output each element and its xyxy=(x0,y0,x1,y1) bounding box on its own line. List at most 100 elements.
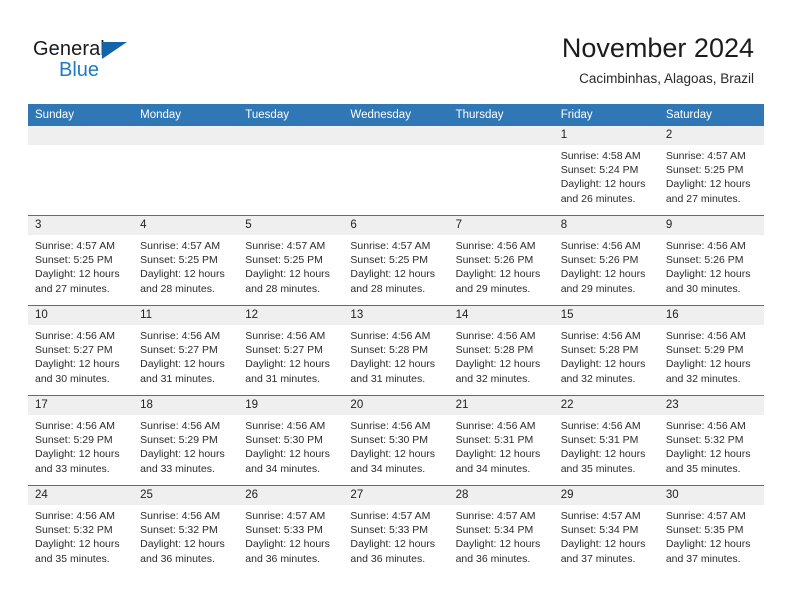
calendar-cell-day[interactable]: 25 Sunrise: 4:56 AM Sunset: 5:32 PM Dayligh… xyxy=(133,485,239,575)
calendar-cell-day[interactable]: 1 Sunrise: 4:58 AM Sunset: 5:24 PM Daylight… xyxy=(553,126,659,216)
daylight-text-line1: Daylight: 12 hours xyxy=(560,358,646,371)
sunset-text: Sunset: 5:33 PM xyxy=(245,524,323,537)
day-number: 20 xyxy=(343,396,449,415)
weekday-header-friday: Friday xyxy=(553,104,659,126)
day-number: 26 xyxy=(238,486,344,505)
sunrise-text: Sunrise: 4:58 AM xyxy=(560,150,641,162)
calendar-cell-day[interactable]: 5 Sunrise: 4:57 AM Sunset: 5:25 PM Daylight… xyxy=(238,215,344,306)
day-details: Sunrise: 4:57 AM Sunset: 5:33 PM Daylight:… xyxy=(343,505,448,566)
calendar-cell-empty xyxy=(448,126,554,216)
daylight-text-line2: and 37 minutes. xyxy=(665,552,741,565)
calendar-cell-day[interactable]: 28 Sunrise: 4:57 AM Sunset: 5:34 PM Dayligh… xyxy=(448,485,554,575)
sunset-text: Sunset: 5:28 PM xyxy=(560,344,639,357)
day-cell: 3 Sunrise: 4:57 AM Sunset: 5:25 PM Daylight… xyxy=(28,216,134,305)
day-number: 22 xyxy=(553,396,659,415)
daylight-text-line1: Daylight: 12 hours xyxy=(140,448,225,461)
sunset-text: Sunset: 5:26 PM xyxy=(665,254,744,267)
daylight-text-line2: and 27 minutes. xyxy=(35,282,110,295)
day-number: 25 xyxy=(133,486,239,505)
sunset-text: Sunset: 5:32 PM xyxy=(140,524,218,537)
day-cell: 1 Sunrise: 4:58 AM Sunset: 5:24 PM Daylight… xyxy=(553,126,659,215)
daylight-text-line1: Daylight: 12 hours xyxy=(665,268,751,281)
sunset-text: Sunset: 5:28 PM xyxy=(350,344,429,357)
daylight-text-line2: and 31 minutes. xyxy=(245,372,320,385)
calendar-cell-day[interactable]: 17 Sunrise: 4:56 AM Sunset: 5:29 PM Dayligh… xyxy=(28,395,134,486)
daylight-text-line1: Daylight: 12 hours xyxy=(665,358,751,371)
calendar-week-row: 3 Sunrise: 4:57 AM Sunset: 5:25 PM Daylight… xyxy=(28,215,764,306)
sunrise-text: Sunrise: 4:56 AM xyxy=(560,330,641,342)
day-cell: 19 Sunrise: 4:56 AM Sunset: 5:30 PM Dayligh… xyxy=(238,396,344,485)
day-details: Sunrise: 4:56 AM Sunset: 5:28 PM Daylight:… xyxy=(343,325,448,386)
daylight-text-line1: Daylight: 12 hours xyxy=(140,538,225,551)
day-cell: 21 Sunrise: 4:56 AM Sunset: 5:31 PM Dayligh… xyxy=(448,396,554,485)
day-details: Sunrise: 4:56 AM Sunset: 5:27 PM Daylight:… xyxy=(238,325,343,386)
calendar-cell-day[interactable]: 14 Sunrise: 4:56 AM Sunset: 5:28 PM Dayligh… xyxy=(448,305,554,396)
calendar-cell-day[interactable]: 4 Sunrise: 4:57 AM Sunset: 5:25 PM Daylight… xyxy=(133,215,239,306)
daylight-text-line2: and 35 minutes. xyxy=(35,552,110,565)
day-number: 28 xyxy=(448,486,554,505)
day-cell: 14 Sunrise: 4:56 AM Sunset: 5:28 PM Dayligh… xyxy=(448,306,554,395)
day-number: 13 xyxy=(343,306,449,325)
calendar-cell-day[interactable]: 26 Sunrise: 4:57 AM Sunset: 5:33 PM Dayligh… xyxy=(238,485,344,575)
calendar-cell-empty xyxy=(28,126,134,216)
day-details: Sunrise: 4:56 AM Sunset: 5:28 PM Daylight:… xyxy=(449,325,554,386)
calendar-cell-day[interactable]: 23 Sunrise: 4:56 AM Sunset: 5:32 PM Dayligh… xyxy=(658,395,764,486)
day-details: Sunrise: 4:56 AM Sunset: 5:27 PM Daylight:… xyxy=(28,325,133,386)
calendar-header-row: Sunday Monday Tuesday Wednesday Thursday… xyxy=(28,104,764,126)
calendar-cell-day[interactable]: 30 Sunrise: 4:57 AM Sunset: 5:35 PM Dayligh… xyxy=(658,485,764,575)
daylight-text-line1: Daylight: 12 hours xyxy=(140,268,225,281)
calendar-cell-day[interactable]: 3 Sunrise: 4:57 AM Sunset: 5:25 PM Daylight… xyxy=(28,215,134,306)
sunrise-text: Sunrise: 4:56 AM xyxy=(140,420,221,432)
calendar-cell-day[interactable]: 7 Sunrise: 4:56 AM Sunset: 5:26 PM Daylight… xyxy=(448,215,554,306)
daylight-text-line1: Daylight: 12 hours xyxy=(35,538,120,551)
sunrise-text: Sunrise: 4:57 AM xyxy=(665,150,746,162)
sunset-text: Sunset: 5:30 PM xyxy=(350,434,429,447)
sunset-text: Sunset: 5:33 PM xyxy=(350,524,429,537)
calendar-cell-day[interactable]: 22 Sunrise: 4:56 AM Sunset: 5:31 PM Dayligh… xyxy=(553,395,659,486)
calendar-cell-day[interactable]: 18 Sunrise: 4:56 AM Sunset: 5:29 PM Dayligh… xyxy=(133,395,239,486)
day-number xyxy=(448,126,554,145)
calendar-cell-day[interactable]: 8 Sunrise: 4:56 AM Sunset: 5:26 PM Daylight… xyxy=(553,215,659,306)
day-details: Sunrise: 4:56 AM Sunset: 5:26 PM Daylight:… xyxy=(554,235,659,296)
day-cell: 4 Sunrise: 4:57 AM Sunset: 5:25 PM Daylight… xyxy=(133,216,239,305)
daylight-text-line2: and 27 minutes. xyxy=(665,192,741,205)
sunrise-text: Sunrise: 4:56 AM xyxy=(350,420,431,432)
logo-text-blue: Blue xyxy=(59,59,100,81)
daylight-text-line2: and 32 minutes. xyxy=(455,372,531,385)
calendar-cell-day[interactable]: 27 Sunrise: 4:57 AM Sunset: 5:33 PM Dayligh… xyxy=(343,485,449,575)
calendar-cell-day[interactable]: 13 Sunrise: 4:56 AM Sunset: 5:28 PM Dayligh… xyxy=(343,305,449,396)
weekday-header-wednesday: Wednesday xyxy=(343,104,449,126)
weekday-header-thursday: Thursday xyxy=(448,104,554,126)
daylight-text-line1: Daylight: 12 hours xyxy=(560,538,646,551)
calendar-cell-day[interactable]: 9 Sunrise: 4:56 AM Sunset: 5:26 PM Daylight… xyxy=(658,215,764,306)
calendar-cell-day[interactable]: 19 Sunrise: 4:56 AM Sunset: 5:30 PM Dayligh… xyxy=(238,395,344,486)
calendar-cell-day[interactable]: 10 Sunrise: 4:56 AM Sunset: 5:27 PM Dayligh… xyxy=(28,305,134,396)
calendar-cell-day[interactable]: 29 Sunrise: 4:57 AM Sunset: 5:34 PM Dayligh… xyxy=(553,485,659,575)
day-cell: 23 Sunrise: 4:56 AM Sunset: 5:32 PM Dayligh… xyxy=(658,396,764,485)
day-number: 2 xyxy=(658,126,764,145)
general-blue-logo[interactable]: General Blue xyxy=(33,38,153,84)
page-subtitle-location: Cacimbinhas, Alagoas, Brazil xyxy=(579,71,754,86)
sunset-text: Sunset: 5:34 PM xyxy=(455,524,534,537)
calendar-week-row: 10 Sunrise: 4:56 AM Sunset: 5:27 PM Dayligh… xyxy=(28,305,764,396)
day-cell: 13 Sunrise: 4:56 AM Sunset: 5:28 PM Dayligh… xyxy=(343,306,449,395)
calendar-cell-day[interactable]: 16 Sunrise: 4:56 AM Sunset: 5:29 PM Dayligh… xyxy=(658,305,764,396)
logo-text-general: General xyxy=(33,38,105,60)
calendar-grid: Sunday Monday Tuesday Wednesday Thursday… xyxy=(28,104,764,575)
day-details: Sunrise: 4:56 AM Sunset: 5:30 PM Daylight:… xyxy=(343,415,448,476)
daylight-text-line1: Daylight: 12 hours xyxy=(35,268,120,281)
calendar-cell-day[interactable]: 21 Sunrise: 4:56 AM Sunset: 5:31 PM Dayligh… xyxy=(448,395,554,486)
sunrise-text: Sunrise: 4:57 AM xyxy=(350,510,431,522)
calendar-cell-day[interactable]: 12 Sunrise: 4:56 AM Sunset: 5:27 PM Dayligh… xyxy=(238,305,344,396)
calendar-cell-day[interactable]: 6 Sunrise: 4:57 AM Sunset: 5:25 PM Daylight… xyxy=(343,215,449,306)
sunset-text: Sunset: 5:31 PM xyxy=(455,434,534,447)
calendar-cell-day[interactable]: 15 Sunrise: 4:56 AM Sunset: 5:28 PM Dayligh… xyxy=(553,305,659,396)
calendar-cell-day[interactable]: 24 Sunrise: 4:56 AM Sunset: 5:32 PM Dayligh… xyxy=(28,485,134,575)
day-details: Sunrise: 4:56 AM Sunset: 5:29 PM Daylight:… xyxy=(28,415,133,476)
calendar-cell-day[interactable]: 11 Sunrise: 4:56 AM Sunset: 5:27 PM Dayligh… xyxy=(133,305,239,396)
sunset-text: Sunset: 5:28 PM xyxy=(455,344,534,357)
day-number: 5 xyxy=(238,216,344,235)
day-details: Sunrise: 4:58 AM Sunset: 5:24 PM Daylight:… xyxy=(554,145,659,206)
calendar-cell-day[interactable]: 2 Sunrise: 4:57 AM Sunset: 5:25 PM Daylight… xyxy=(658,126,764,216)
calendar-cell-day[interactable]: 20 Sunrise: 4:56 AM Sunset: 5:30 PM Dayligh… xyxy=(343,395,449,486)
